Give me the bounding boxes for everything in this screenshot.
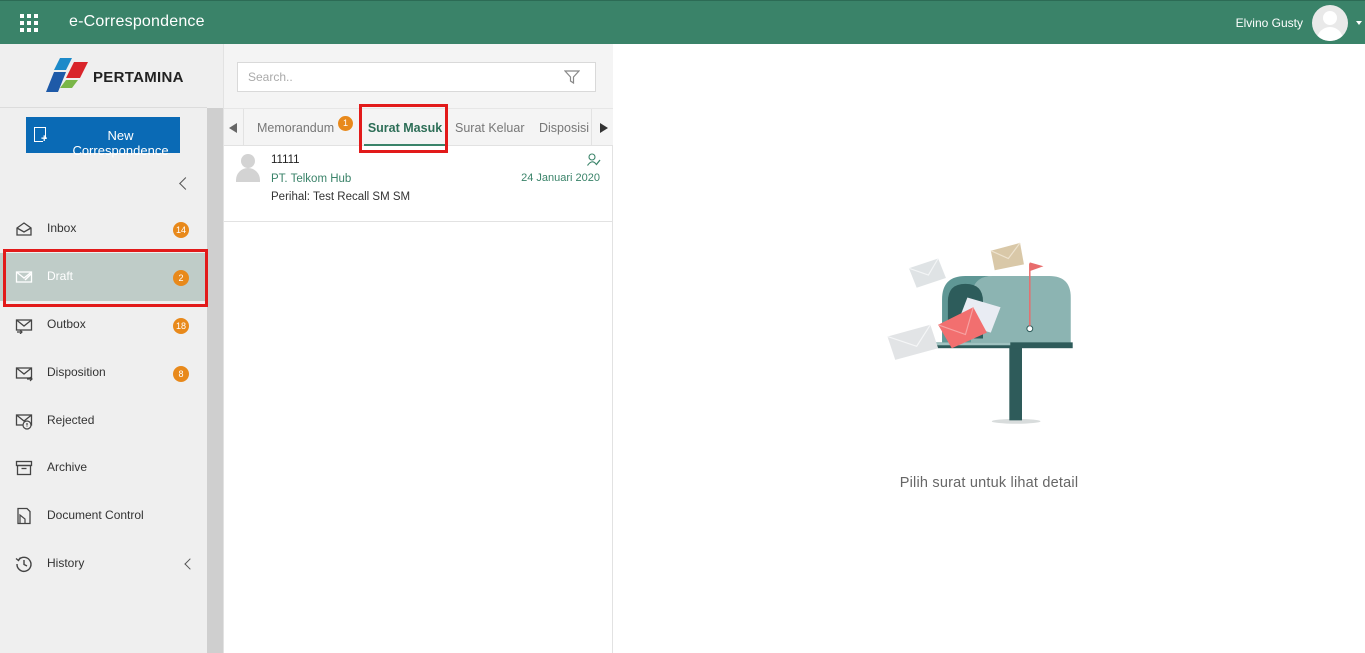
- sidebar-item-inbox[interactable]: Inbox 14: [0, 205, 207, 253]
- filter-icon[interactable]: [564, 70, 580, 84]
- tab-scroll-left-icon[interactable]: [224, 109, 244, 146]
- pertamina-logo-icon: [46, 58, 88, 92]
- sidebar-item-label: Archive: [47, 460, 88, 474]
- letter-date: 24 Januari 2020: [521, 172, 600, 184]
- document-control-icon: [17, 507, 31, 525]
- disposition-icon: [15, 367, 33, 382]
- tab-label: Disposisi: [539, 121, 589, 135]
- letter-sender: PT. Telkom Hub: [271, 173, 352, 185]
- expand-chevron-icon[interactable]: [183, 556, 193, 572]
- mailbox-illustration: [887, 242, 1073, 424]
- top-bar: e-Correspondence Elvino Gusty: [0, 0, 1365, 44]
- outbox-icon: [15, 319, 33, 334]
- inbox-count-badge: 14: [173, 222, 190, 238]
- archive-icon: [15, 460, 33, 476]
- tab-disposisi[interactable]: Disposisi: [539, 109, 589, 146]
- detail-panel: Pilih surat untuk lihat detail: [613, 44, 1365, 653]
- list-item[interactable]: 11111 PT. Telkom Hub Perihal: Test Recal…: [224, 146, 613, 222]
- draft-count-badge: 2: [173, 270, 189, 286]
- draft-icon: [15, 271, 33, 283]
- sidebar-scroll-track: [207, 44, 223, 108]
- sidebar-item-draft[interactable]: Draft 2: [0, 253, 207, 301]
- new-correspondence-button[interactable]: + New Correspondence: [26, 117, 180, 158]
- rejected-icon: [15, 414, 33, 430]
- tab-scroll-right-icon[interactable]: [591, 109, 611, 146]
- sidebar-item-archive[interactable]: Archive: [0, 444, 207, 492]
- user-avatar[interactable]: [1312, 5, 1348, 41]
- sidebar-scrollbar[interactable]: [207, 108, 223, 653]
- disposition-count-badge: 8: [173, 366, 189, 382]
- logo-text: PERTAMINA: [93, 69, 184, 86]
- memorandum-count-badge: 1: [338, 116, 353, 131]
- user-name[interactable]: Elvino Gusty: [1236, 16, 1303, 30]
- sidebar-item-disposition[interactable]: Disposition 8: [0, 349, 207, 397]
- sidebar-item-label: Document Control: [47, 508, 144, 522]
- sidebar-item-label: Rejected: [47, 413, 95, 427]
- sidebar-item-label: Outbox: [47, 317, 86, 331]
- search-bar: [224, 44, 613, 108]
- tab-label: Surat Keluar: [455, 121, 525, 135]
- sidebar-item-label: Disposition: [47, 365, 106, 379]
- history-icon: [15, 556, 32, 573]
- inbox-icon: [16, 222, 32, 236]
- outbox-count-badge: 18: [173, 318, 190, 334]
- sidebar-item-label: Inbox: [47, 221, 77, 235]
- new-correspondence-label: New Correspondence: [72, 128, 169, 158]
- tab-surat-keluar[interactable]: Surat Keluar: [455, 109, 524, 146]
- tab-memorandum[interactable]: Memorandum: [257, 109, 334, 146]
- collapse-sidebar-chevron-icon[interactable]: [177, 174, 191, 194]
- tab-label: Surat Masuk: [367, 121, 443, 135]
- sidebar: PERTAMINA + New Correspondence Inbox 14 …: [0, 44, 223, 653]
- grid-apps-icon[interactable]: [20, 14, 38, 32]
- sidebar-item-rejected[interactable]: Rejected: [0, 397, 207, 445]
- empty-state-message: Pilih surat untuk lihat detail: [899, 475, 1079, 491]
- sidebar-item-label: History: [47, 556, 85, 570]
- app-title: e-Correspondence: [69, 13, 205, 30]
- logo-area: PERTAMINA: [0, 44, 223, 108]
- tab-label: Memorandum: [257, 121, 335, 135]
- sidebar-item-label: Draft: [47, 269, 74, 283]
- tab-surat-masuk[interactable]: Surat Masuk: [364, 109, 446, 146]
- sender-avatar-icon: [236, 154, 260, 182]
- sidebar-item-document-control[interactable]: Document Control: [0, 492, 207, 540]
- user-menu-caret-icon[interactable]: [1356, 21, 1362, 25]
- sidebar-item-history[interactable]: History: [0, 540, 207, 588]
- letter-subject: Perihal: Test Recall SM SM: [271, 191, 411, 203]
- sidebar-item-outbox[interactable]: Outbox 18: [0, 301, 207, 349]
- correspondence-list-panel: Memorandum 1 Surat Masuk Surat Keluar Di…: [223, 44, 613, 653]
- plus-icon: +: [41, 133, 48, 145]
- search-input[interactable]: [237, 62, 596, 92]
- letter-number: 11111: [271, 154, 300, 166]
- person-edit-icon: [587, 153, 601, 166]
- tab-bar: Memorandum 1 Surat Masuk Surat Keluar Di…: [224, 108, 613, 146]
